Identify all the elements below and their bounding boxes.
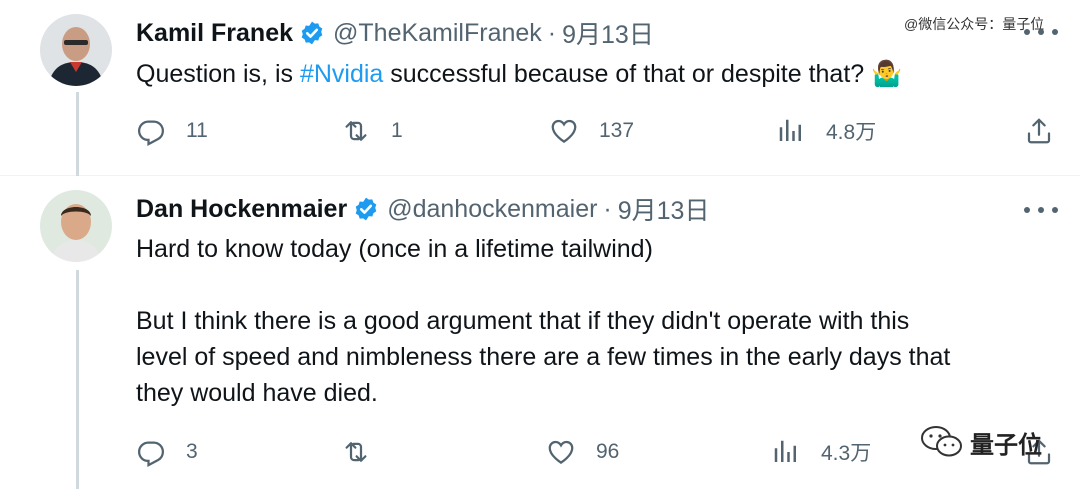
separator: · — [547, 18, 557, 47]
retweet-icon — [345, 442, 367, 462]
views-button[interactable]: 4.3万 — [771, 434, 871, 470]
author-handle[interactable]: @danhockenmaier — [387, 195, 597, 224]
reply-count: 3 — [186, 440, 198, 463]
tweet-text: Question is, is #Nvidia successful becau… — [136, 56, 1051, 92]
views-button[interactable]: 4.8万 — [776, 113, 876, 149]
avatar-image — [40, 190, 112, 262]
watermark-logo-text: 量子位 — [970, 431, 1042, 459]
author-name[interactable]: Dan Hockenmaier — [136, 195, 347, 224]
more-icon[interactable] — [1024, 22, 1058, 42]
author-handle[interactable]: @TheKamilFranek — [333, 19, 542, 48]
paragraph-2-line-2: level of speed and nimbleness there are … — [136, 343, 951, 371]
like-button[interactable]: 96 — [546, 434, 619, 470]
tweet-header: Kamil Franek @TheKamilFranek · 9月13日 — [136, 13, 654, 53]
paragraph-1: Hard to know today (once in a lifetime t… — [136, 235, 653, 263]
separator: · — [603, 194, 612, 223]
timestamp[interactable]: 9月13日 — [562, 15, 654, 51]
retweet-count: 1 — [391, 119, 403, 142]
like-count: 137 — [599, 119, 635, 142]
verified-badge-icon — [355, 197, 377, 221]
retweet-button[interactable]: 1 — [341, 113, 403, 149]
retweet-button[interactable] — [341, 434, 371, 470]
views-icon — [779, 119, 801, 141]
verified-badge-icon — [301, 21, 323, 45]
hashtag-link[interactable]: #Nvidia — [300, 60, 383, 88]
avatar[interactable] — [40, 190, 112, 262]
more-icon[interactable] — [1024, 200, 1058, 220]
views-count: 4.8万 — [826, 121, 877, 144]
retweet-icon — [345, 121, 367, 141]
avatar-image — [40, 14, 112, 86]
like-count: 96 — [596, 440, 620, 463]
like-icon — [548, 440, 574, 464]
action-bar: 3 96 4.3万 — [136, 434, 1056, 470]
like-button[interactable]: 137 — [549, 113, 634, 149]
like-icon — [551, 119, 577, 143]
reply-count: 11 — [186, 119, 208, 142]
views-count: 4.3万 — [821, 442, 872, 465]
author-name[interactable]: Kamil Franek — [136, 19, 293, 48]
text-segment: successful because of that or despite th… — [383, 60, 872, 88]
thread-line — [76, 270, 79, 489]
paragraph-2-line-1: But I think there is a good argument tha… — [136, 307, 910, 335]
reply-icon — [137, 441, 165, 467]
reply-button[interactable]: 3 — [136, 434, 198, 470]
reply-icon — [137, 120, 165, 146]
watermark-logo: 量子位 — [920, 422, 1042, 462]
views-icon — [774, 440, 796, 462]
avatar[interactable] — [40, 14, 112, 86]
text-segment: Question is, is — [136, 60, 300, 88]
tweet-text: Hard to know today (once in a lifetime t… — [136, 231, 1051, 411]
tweet-header: Dan Hockenmaier @danhockenmaier · 9月13日 — [136, 189, 709, 229]
reply-button[interactable]: 11 — [136, 113, 208, 149]
tweet-1[interactable]: Kamil Franek @TheKamilFranek · 9月13日 @微信… — [0, 0, 1080, 176]
timestamp[interactable]: 9月13日 — [618, 191, 710, 227]
wechat-icon — [921, 426, 962, 457]
share-icon — [1027, 118, 1051, 144]
thread-line — [76, 92, 79, 176]
paragraph-2-line-3: they would have died. — [136, 379, 378, 407]
tweet-2[interactable]: Dan Hockenmaier @danhockenmaier · 9月13日 … — [0, 176, 1080, 489]
shrug-emoji: 🤷‍♂️ — [871, 60, 903, 88]
share-button[interactable] — [1024, 113, 1054, 149]
action-bar: 11 1 137 4.8万 — [136, 113, 1056, 149]
